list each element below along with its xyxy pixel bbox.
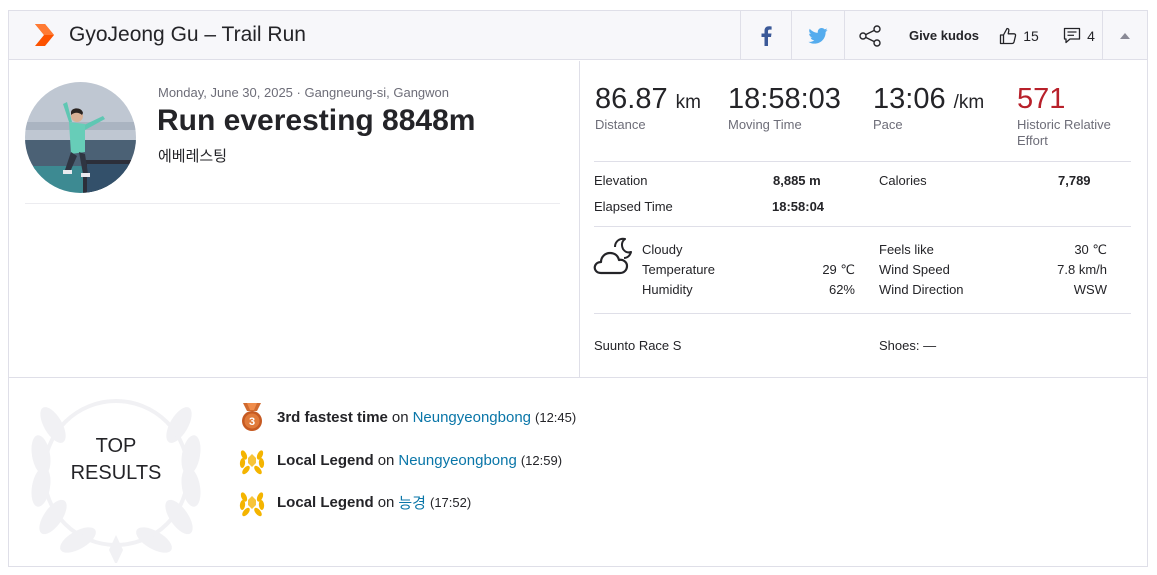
activity-title: GyoJeong Gu – Trail Run xyxy=(69,23,306,46)
activity-name: Run everesting 8848m xyxy=(157,104,476,137)
athlete-avatar[interactable] xyxy=(25,82,136,193)
on-text: on xyxy=(391,408,409,426)
stat-value: 86.87 km xyxy=(595,83,701,115)
weather-condition: Cloudy xyxy=(642,242,683,257)
bronze-medal-3-icon: 3 xyxy=(242,403,262,431)
kudos-count-button[interactable]: 15 xyxy=(994,11,1044,60)
give-kudos-label: Give kudos xyxy=(908,28,980,43)
svg-text:3: 3 xyxy=(249,416,255,428)
divider xyxy=(579,61,580,378)
stat-value: 571 xyxy=(1017,83,1066,115)
twitter-share-button[interactable] xyxy=(792,11,844,60)
stat-value: 13:06 /km xyxy=(873,83,985,115)
share-icon xyxy=(859,24,881,47)
divider xyxy=(25,203,560,204)
temperature-label: Temperature xyxy=(642,262,715,277)
collapse-button[interactable] xyxy=(1103,11,1147,60)
divider xyxy=(9,377,1147,378)
achievement-label: 3rd fastest time xyxy=(277,408,388,426)
temperature-value: 29 ℃ xyxy=(822,262,855,277)
feels-like-value: 30 ℃ xyxy=(1074,242,1107,257)
on-text: on xyxy=(377,451,395,469)
shoes-info: Shoes: — xyxy=(879,338,937,353)
activity-header: GyoJeong Gu – Trail Run Give kudos 15 4 xyxy=(9,11,1147,60)
elevation-label: Elevation xyxy=(594,173,648,188)
divider xyxy=(594,226,1131,227)
stat-pace: 13:06 /km Pace xyxy=(873,83,984,133)
caret-up-icon xyxy=(1120,32,1130,39)
thumbs-up-icon xyxy=(1000,27,1017,44)
stat-relative-effort[interactable]: 571 Historic Relative Effort xyxy=(1017,83,1127,149)
stat-distance: 86.87 km Distance xyxy=(595,83,701,133)
stat-label: Distance xyxy=(595,117,646,132)
cloudy-weather-icon xyxy=(593,237,632,275)
segment-link[interactable]: 능경 xyxy=(398,492,426,513)
wind-speed-label: Wind Speed xyxy=(879,262,950,277)
comments-count: 4 xyxy=(1087,27,1095,44)
activity-date-location: Monday, June 30, 2025 · Gangneung-si, Ga… xyxy=(158,85,450,100)
top-result-item: Local Legend on 능경 (17:52) xyxy=(239,486,471,518)
kudos-count: 15 xyxy=(1023,27,1039,44)
local-legend-laurel-icon xyxy=(239,450,265,475)
result-time: (12:59) xyxy=(520,452,563,468)
achievement-label: Local Legend xyxy=(277,451,374,469)
achievement-label: Local Legend xyxy=(277,493,374,511)
stat-label: Moving Time xyxy=(728,117,802,132)
facebook-icon xyxy=(761,25,772,46)
humidity-value: 62% xyxy=(828,282,855,297)
on-text: on xyxy=(377,493,395,511)
activity-panel: GyoJeong Gu – Trail Run Give kudos 15 4 … xyxy=(8,10,1148,567)
divider xyxy=(594,313,1131,314)
humidity-label: Humidity xyxy=(642,282,693,297)
calories-label: Calories xyxy=(879,173,927,188)
athlete-photo xyxy=(25,82,136,193)
segment-link[interactable]: Neungyeongbong xyxy=(413,409,531,426)
device-name: Suunto Race S xyxy=(594,338,682,353)
divider xyxy=(594,161,1131,162)
calories-value: 7,789 xyxy=(1058,173,1091,188)
segment-link[interactable]: Neungyeongbong xyxy=(398,452,516,469)
local-legend-laurel-icon xyxy=(239,492,265,517)
comment-icon xyxy=(1063,27,1081,44)
top-result-item: Local Legend on Neungyeongbong (12:59) xyxy=(239,444,562,476)
elapsed-time-label: Elapsed Time xyxy=(594,199,673,214)
elapsed-time-value: 18:58:04 xyxy=(772,199,825,214)
result-time: (17:52) xyxy=(429,494,472,510)
wind-speed-value: 7.8 km/h xyxy=(1057,262,1107,277)
feels-like-label: Feels like xyxy=(879,242,934,257)
wind-direction-value: WSW xyxy=(1073,282,1107,297)
stat-value: 18:58:03 xyxy=(728,83,841,115)
stat-moving-time: 18:58:03 Moving Time xyxy=(728,83,841,133)
stat-label: Pace xyxy=(873,117,903,132)
comments-button[interactable]: 4 xyxy=(1055,11,1103,60)
wind-direction-label: Wind Direction xyxy=(879,282,964,297)
top-results-title: TOP RESULTS xyxy=(70,435,162,484)
facebook-share-button[interactable] xyxy=(741,11,791,60)
top-result-item: 3 3rd fastest time on Neungyeongbong (12… xyxy=(239,401,576,433)
twitter-icon xyxy=(808,27,828,44)
result-time: (12:45) xyxy=(535,409,577,425)
give-kudos-button[interactable]: Give kudos xyxy=(905,11,983,60)
share-button[interactable] xyxy=(845,11,895,60)
sport-chevron-icon xyxy=(35,24,54,46)
elevation-value: 8,885 m xyxy=(773,173,821,188)
stat-label: Historic Relative Effort xyxy=(1017,117,1111,148)
activity-description: 에베레스팅 xyxy=(158,148,228,165)
